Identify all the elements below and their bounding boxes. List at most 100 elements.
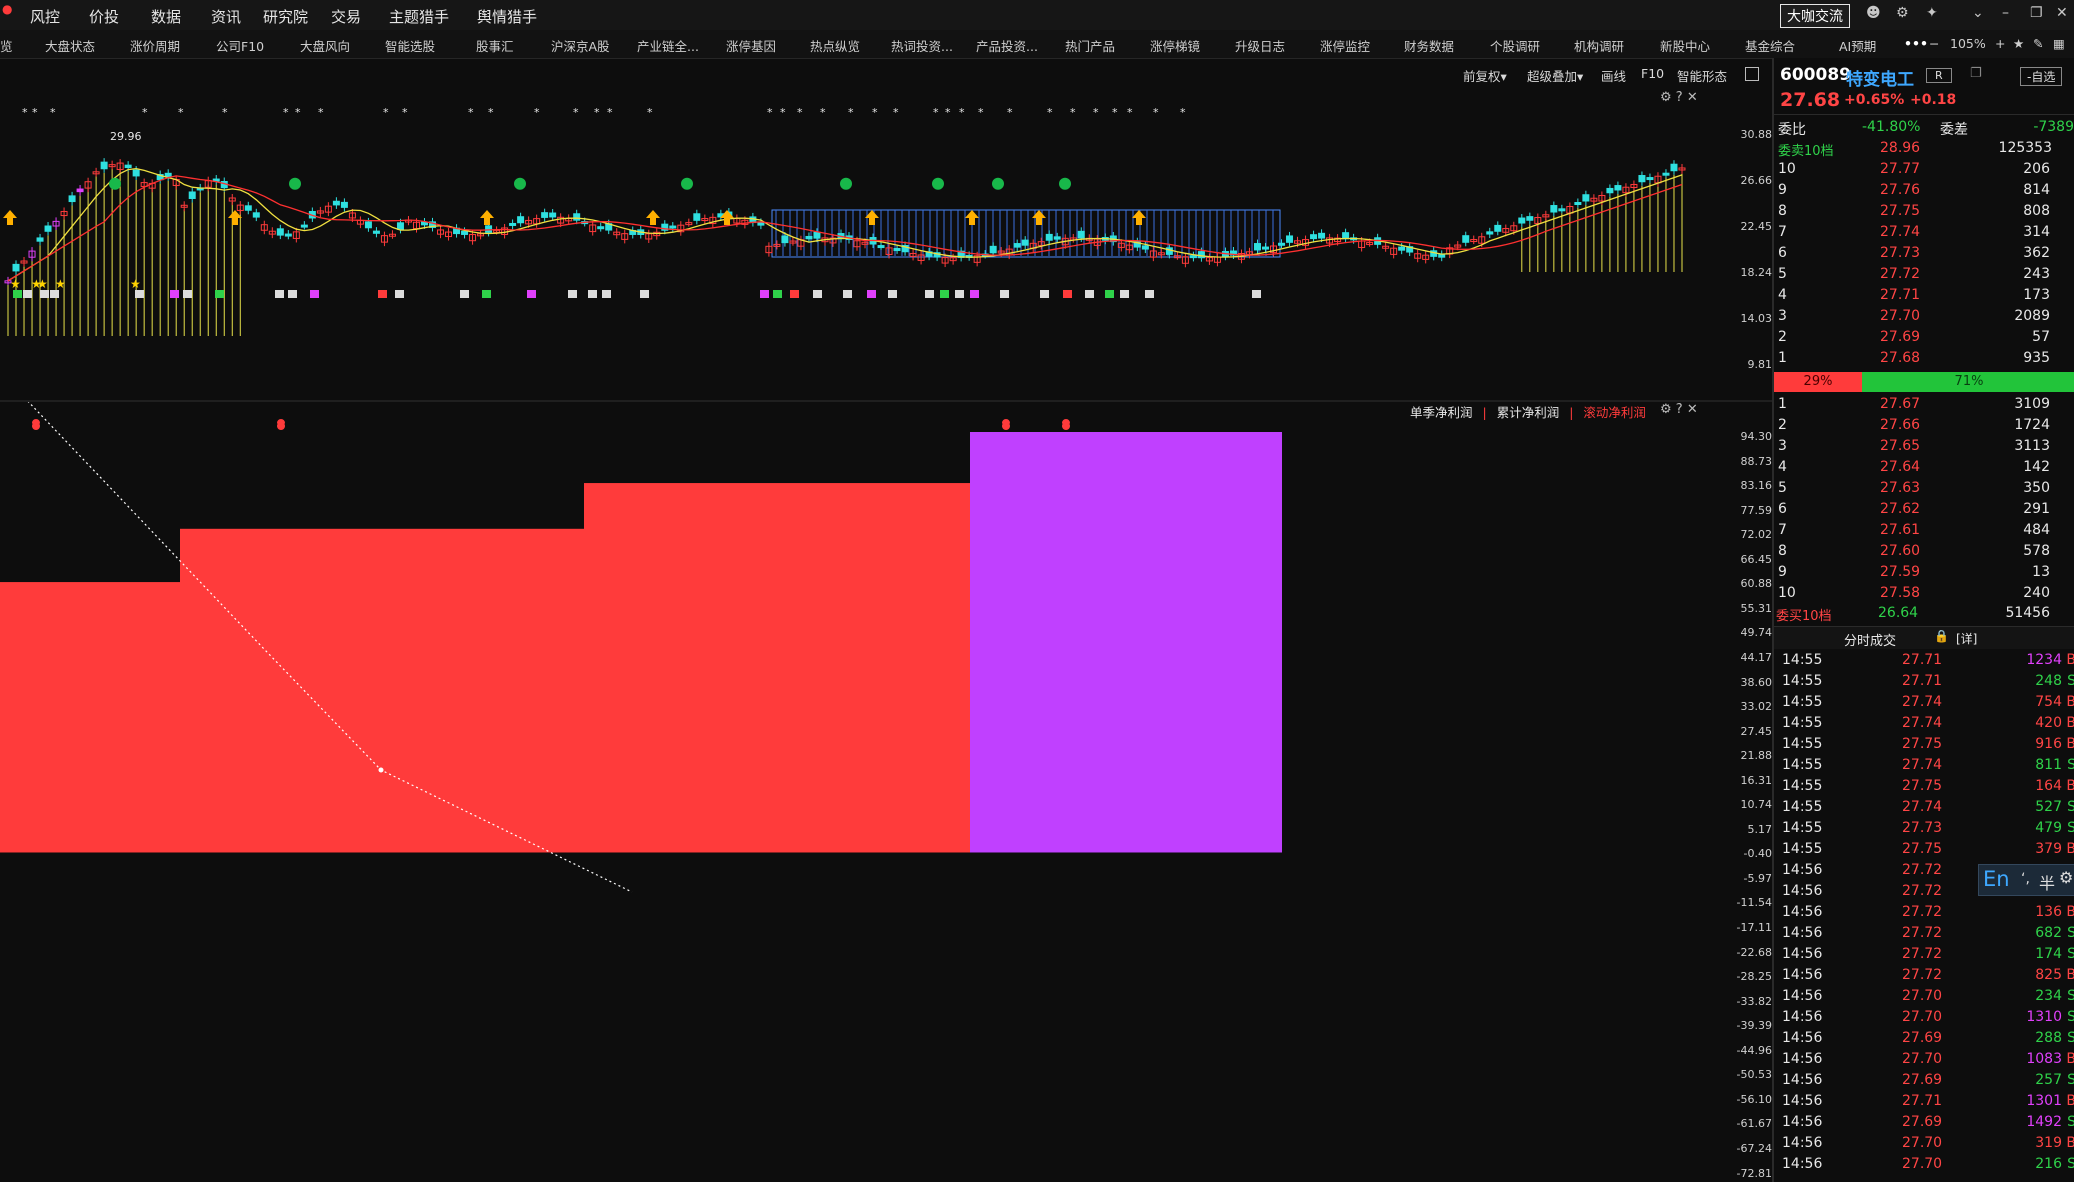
ask-row[interactable]: 7 27.74 314	[1774, 222, 2074, 243]
tab-product-invest[interactable]: 产品投资...	[976, 36, 1038, 55]
tab-limit-gene[interactable]: 涨停基因	[726, 36, 776, 55]
menu-item-zixun[interactable]: 资讯	[211, 6, 241, 27]
ask-row[interactable]: 8 27.75 808	[1774, 201, 2074, 222]
minimize-icon[interactable]: –	[2002, 5, 2009, 21]
ime-indicator[interactable]: En ‘, 半 ⚙	[1978, 864, 2074, 896]
bid-row[interactable]: 10 27.58 240	[1774, 583, 2074, 604]
tab-stock-events[interactable]: 股事汇	[476, 36, 514, 55]
menu-item-shuju[interactable]: 数据	[151, 6, 181, 27]
exchange-button[interactable]: 大咖交流	[1780, 4, 1850, 28]
user-icon[interactable]: ☻	[1866, 5, 1881, 21]
help-icon[interactable]: ?	[1676, 90, 1683, 105]
bid-row[interactable]: 8 27.60 578	[1774, 541, 2074, 562]
ask-row[interactable]: 4 27.71 173	[1774, 285, 2074, 306]
menu-item-zhuti[interactable]: 主题猎手	[389, 6, 449, 27]
event-pin-icon[interactable]	[1002, 419, 1011, 430]
star-icon[interactable]: ★	[2013, 36, 2024, 51]
profit-bar[interactable]	[584, 483, 970, 853]
close-icon[interactable]: ✕	[2056, 5, 2068, 21]
tab-industry-chain[interactable]: 产业链全...	[637, 36, 699, 55]
level: 1	[1778, 350, 1787, 366]
tab-f10[interactable]: 公司F10	[216, 36, 264, 55]
bid-row[interactable]: 5 27.63 350	[1774, 478, 2074, 499]
tab-limit-monitor[interactable]: 涨停监控	[1320, 36, 1370, 55]
event-badge-icon	[843, 290, 852, 298]
kline-chart[interactable]: * * * * * * * * * * * * * * * * * * * * * * * * * * * * * * * * * * * * * ★ ★ ★…	[0, 90, 1712, 400]
tab-price-cycle[interactable]: 涨价周期	[130, 36, 180, 55]
tab-hotspot[interactable]: 热点纵览	[810, 36, 860, 55]
menu-item-jiaoyi[interactable]: 交易	[331, 6, 361, 27]
tick-row: 14:56 27.72 136 B	[1774, 902, 2074, 923]
tab-financial[interactable]: 财务数据	[1404, 36, 1454, 55]
tab-smart-pick[interactable]: 智能选股	[385, 36, 435, 55]
bid-row[interactable]: 1 27.67 3109	[1774, 394, 2074, 415]
adjust-dropdown[interactable]: 前复权▾	[1463, 66, 1507, 85]
ask-row[interactable]: 6 27.73 362	[1774, 243, 2074, 264]
ticks-detail-link[interactable]: [详]	[1956, 630, 1977, 647]
profit-bar[interactable]	[180, 528, 584, 853]
tab-stock-research[interactable]: 个股调研	[1490, 36, 1540, 55]
overlay-dropdown[interactable]: 超级叠加▾	[1527, 66, 1583, 85]
tab-limit-ladder[interactable]: 涨停梯镜	[1150, 36, 1200, 55]
profit-bar[interactable]	[0, 582, 180, 853]
profit-chart[interactable]	[0, 402, 1712, 1182]
ask-row[interactable]: 5 27.72 243	[1774, 264, 2074, 285]
volume: 808	[2023, 203, 2050, 219]
pin-icon[interactable]: ✦	[1926, 5, 1938, 21]
tab-ai-forecast[interactable]: AI预期	[1839, 36, 1876, 55]
draw-line-button[interactable]: 画线	[1601, 66, 1626, 85]
more-icon[interactable]: •••	[1904, 36, 1928, 51]
menu-item-yanjiuyuan[interactable]: 研究院	[263, 6, 308, 27]
close-icon[interactable]: ✕	[1687, 90, 1698, 105]
ask-row[interactable]: 9 27.76 814	[1774, 180, 2074, 201]
restore-icon[interactable]: ❐	[2030, 5, 2043, 21]
edit-icon[interactable]: ✎	[2033, 36, 2043, 51]
bid-row[interactable]: 7 27.61 484	[1774, 520, 2074, 541]
value-tick: -72.81	[1736, 1166, 1772, 1180]
menu-item-jiatou[interactable]: 价投	[89, 6, 119, 27]
bid-row[interactable]: 9 27.59 13	[1774, 562, 2074, 583]
ask-row[interactable]: 3 27.70 2089	[1774, 306, 2074, 327]
tab-fund[interactable]: 基金综合	[1745, 36, 1795, 55]
tab-a-shares[interactable]: 沪深京A股	[551, 36, 610, 55]
bid-row[interactable]: 3 27.65 3113	[1774, 436, 2074, 457]
chevron-down-icon[interactable]: ⌄	[1972, 5, 1984, 21]
watchlist-button[interactable]: -自选	[2020, 67, 2063, 86]
tab-changelog[interactable]: 升级日志	[1235, 36, 1285, 55]
menu-item-yuqing[interactable]: 舆情猎手	[477, 6, 537, 27]
menu-item-fengkong[interactable]: 风控	[30, 6, 60, 27]
settings-icon[interactable]: ⚙	[1660, 90, 1672, 105]
layout-icon[interactable]: ▦	[2053, 36, 2065, 51]
settings-icon[interactable]: ⚙	[1896, 5, 1909, 21]
tab-hot-products[interactable]: 热门产品	[1065, 36, 1115, 55]
tab-ipo-center[interactable]: 新股中心	[1660, 36, 1710, 55]
f10-button[interactable]: F10	[1641, 66, 1664, 81]
lock-icon[interactable]: 🔒	[1934, 629, 1949, 643]
zoom-out-icon[interactable]: −	[1929, 36, 1939, 51]
tab-market-wind[interactable]: 大盘风向	[300, 36, 350, 55]
volume: 173	[2023, 287, 2050, 303]
copy-icon[interactable]: ❐	[1970, 66, 1982, 81]
bid-row[interactable]: 2 27.66 1724	[1774, 415, 2074, 436]
profit-bar[interactable]	[970, 432, 1282, 853]
ask-row[interactable]: 1 27.68 935	[1774, 348, 2074, 369]
r-badge[interactable]: R	[1926, 68, 1952, 83]
event-pin-icon[interactable]	[277, 419, 286, 430]
value-tick: 72.02	[1740, 528, 1773, 542]
ticks-title[interactable]: 分时成交	[1844, 630, 1896, 649]
event-pin-icon[interactable]	[1062, 419, 1071, 430]
tab-inst-research[interactable]: 机构调研	[1574, 36, 1624, 55]
event-pin-icon[interactable]	[32, 419, 41, 430]
bid-row[interactable]: 6 27.62 291	[1774, 499, 2074, 520]
tab-overview[interactable]: 览	[0, 36, 13, 55]
pattern-button[interactable]: 智能形态	[1677, 66, 1727, 85]
ask-row[interactable]: 10 27.77 206	[1774, 159, 2074, 180]
ask-row[interactable]: 2 27.69 57	[1774, 327, 2074, 348]
bid-row[interactable]: 4 27.64 142	[1774, 457, 2074, 478]
tab-market-state[interactable]: 大盘状态	[45, 36, 95, 55]
tick-volume: 136	[2035, 904, 2062, 920]
panel-toggle-icon[interactable]	[1745, 67, 1759, 81]
volume: 13	[2032, 564, 2050, 580]
tab-hotword[interactable]: 热词投资...	[891, 36, 953, 55]
zoom-in-icon[interactable]: +	[1995, 36, 2005, 51]
